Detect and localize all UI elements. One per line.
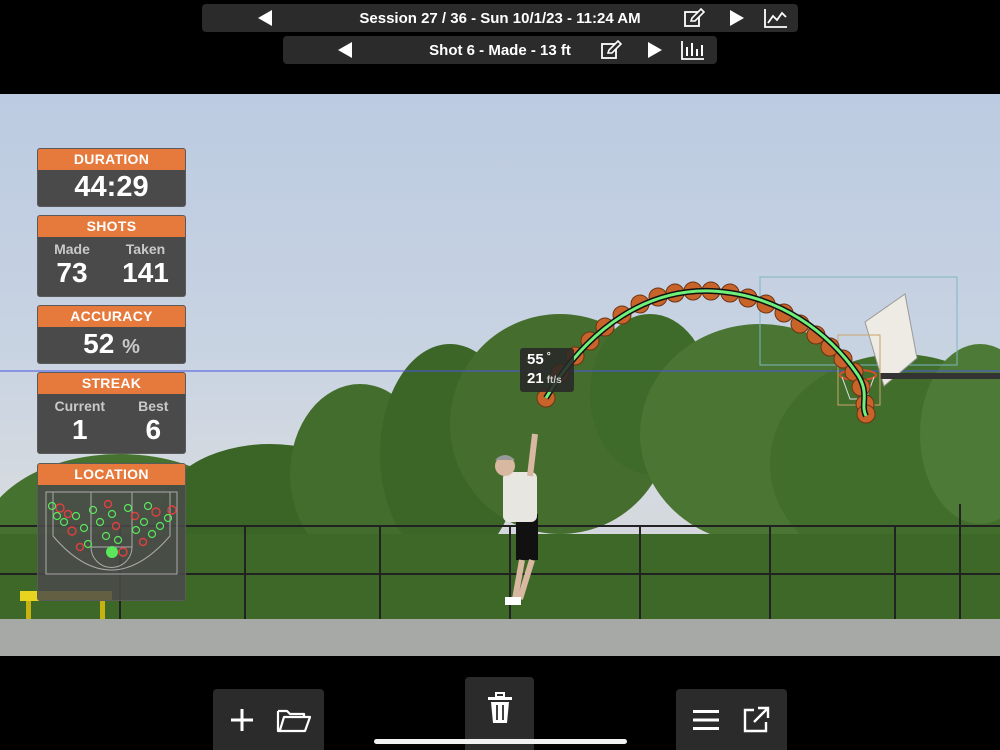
made-value: 73 [56, 257, 88, 288]
next-shot-button[interactable] [644, 40, 666, 60]
release-speed: 21 [527, 370, 544, 387]
release-angle: 55 [527, 351, 544, 368]
location-label: LOCATION [38, 464, 185, 485]
speed-unit: ft/s [546, 375, 562, 386]
taken-value: 141 [122, 257, 169, 288]
toolbar-right-group [676, 689, 787, 750]
prev-session-button[interactable] [254, 8, 276, 28]
shot-chart-button[interactable] [680, 39, 706, 61]
made-label: Made [54, 241, 90, 257]
add-icon [231, 709, 253, 731]
session-title: Session 27 / 36 - Sun 10/1/23 - 11:24 AM [359, 9, 641, 27]
prev-arrow-icon [258, 10, 272, 26]
duration-label: DURATION [38, 149, 185, 170]
add-button[interactable] [227, 705, 257, 735]
edit-session-button[interactable] [682, 7, 706, 29]
shots-label: SHOTS [38, 216, 185, 237]
delete-button[interactable] [484, 691, 516, 725]
toolbar-left-group [213, 689, 324, 750]
best-streak-label: Best [138, 398, 169, 414]
shot-bar: Shot 6 - Made - 13 ft [283, 36, 717, 64]
accuracy-card: ACCURACY 52 % [37, 305, 186, 364]
current-streak-label: Current [54, 398, 106, 414]
trajectory-readout: 55 ° 21 ft/s [520, 348, 574, 392]
folder-icon [276, 709, 312, 733]
session-chart-button[interactable] [763, 7, 789, 29]
current-shot-marker [106, 546, 118, 558]
current-streak-value: 1 [72, 414, 88, 445]
next-session-button[interactable] [726, 8, 748, 28]
accuracy-unit: % [122, 336, 140, 358]
open-folder-button[interactable] [275, 705, 313, 735]
accuracy-label: ACCURACY [38, 306, 185, 327]
shots-card: SHOTS Made 73 Taken 141 [37, 215, 186, 297]
bar-chart-icon [681, 41, 704, 60]
share-button[interactable] [740, 704, 772, 736]
duration-value: 44:29 [74, 171, 149, 203]
duration-card: DURATION 44:29 [37, 148, 186, 207]
edit-icon [601, 40, 622, 59]
home-indicator[interactable] [374, 739, 627, 744]
next-arrow-icon [730, 10, 744, 26]
shot-location-map [45, 491, 178, 575]
edit-icon [684, 8, 705, 27]
taken-label: Taken [125, 241, 166, 257]
angle-unit: ° [546, 351, 551, 362]
streak-card: STREAK Current 1 Best 6 [37, 372, 186, 454]
prev-shot-button[interactable] [334, 40, 356, 60]
best-streak-value: 6 [145, 414, 162, 445]
line-chart-icon [764, 9, 787, 28]
trash-icon [488, 692, 512, 723]
streak-label: STREAK [38, 373, 185, 394]
next-arrow-icon [648, 42, 662, 58]
share-icon [743, 706, 770, 733]
location-card[interactable]: LOCATION [37, 463, 186, 601]
menu-button[interactable] [691, 705, 721, 735]
court-ground [0, 619, 1000, 656]
prev-arrow-icon [338, 42, 352, 58]
menu-icon [693, 710, 719, 730]
session-bar: Session 27 / 36 - Sun 10/1/23 - 11:24 AM [202, 4, 798, 32]
accuracy-value: 52 [83, 328, 115, 359]
edit-shot-button[interactable] [599, 39, 623, 61]
